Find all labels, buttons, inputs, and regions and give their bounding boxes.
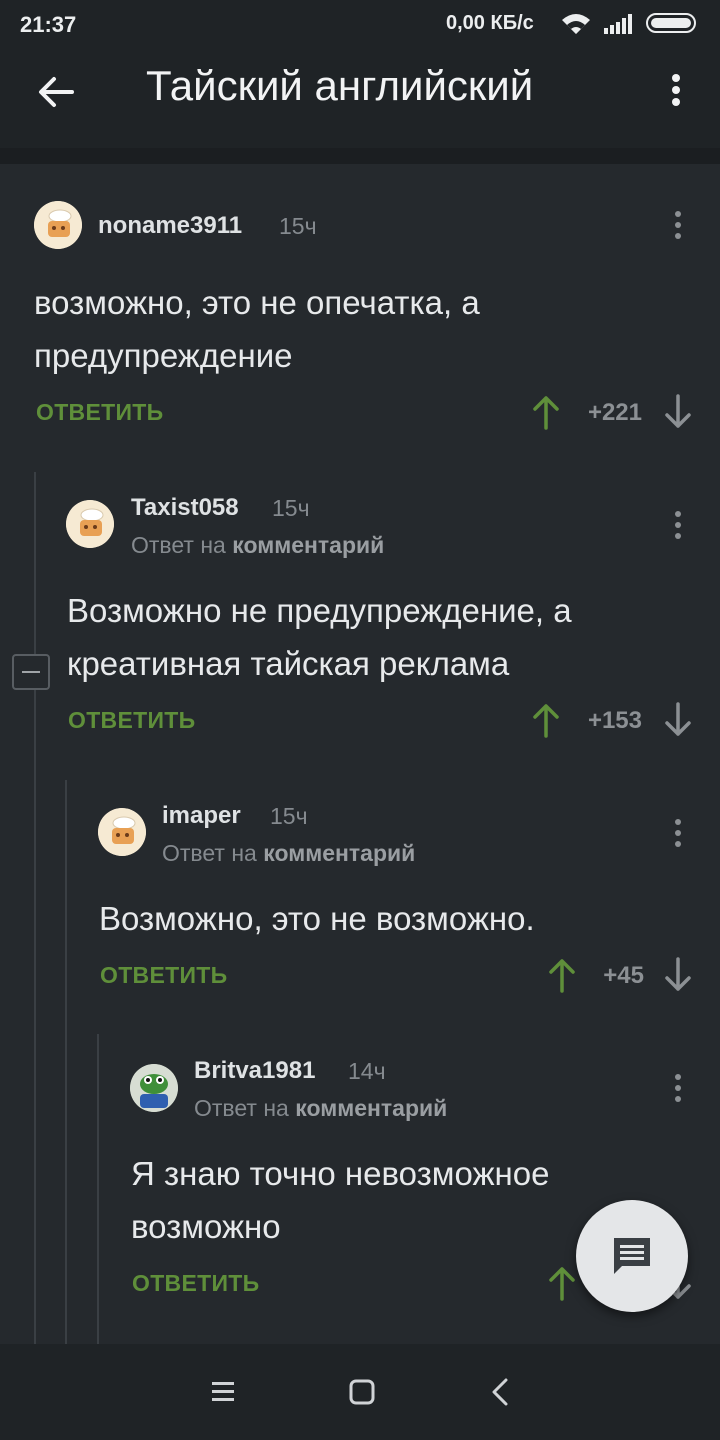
status-time: 21:37 <box>20 12 77 37</box>
comment-text: Возможно, это не возможно. <box>99 892 535 945</box>
thread-line <box>97 1034 99 1344</box>
comment-text-line: Я знаю точно невозможное <box>131 1155 550 1192</box>
signal-icon <box>604 14 634 39</box>
comment-text-line: возможно <box>131 1208 281 1245</box>
comment-username[interactable]: Britva1981 <box>194 1057 315 1085</box>
square-home-icon[interactable] <box>348 1378 376 1411</box>
status-bar: 21:37 0,00 КБ/с <box>0 0 720 48</box>
back-arrow-icon[interactable] <box>32 68 80 116</box>
reply-to-label[interactable]: Ответ на комментарий <box>194 1095 447 1122</box>
comment-more-icon[interactable] <box>668 815 688 851</box>
comment-text: возможно, это не опечатка, а предупрежде… <box>34 276 480 382</box>
write-comment-button[interactable] <box>576 1200 688 1312</box>
app-bar: Тайский английский <box>0 48 720 148</box>
comment-time: 15ч <box>279 213 317 239</box>
avatar[interactable] <box>34 201 82 249</box>
arrow-up-icon[interactable] <box>547 957 577 993</box>
network-speed: 0,00 КБ/с <box>446 12 534 34</box>
arrow-up-icon[interactable] <box>531 394 561 430</box>
comment-text-line: возможно, это не опечатка, а <box>34 284 480 321</box>
comment-text: Возможно не предупреждение, а креативная… <box>67 584 572 690</box>
comment-username[interactable]: imaper <box>162 802 241 830</box>
reply-button[interactable]: ОТВЕТИТЬ <box>68 707 195 734</box>
comment-more-icon[interactable] <box>668 507 688 543</box>
arrow-down-icon[interactable] <box>663 394 693 430</box>
menu-icon[interactable] <box>208 1378 240 1411</box>
reply-to-label[interactable]: Ответ на комментарий <box>131 532 384 559</box>
reply-button[interactable]: ОТВЕТИТЬ <box>100 962 227 989</box>
arrow-up-icon[interactable] <box>531 702 561 738</box>
reply-button[interactable]: ОТВЕТИТЬ <box>132 1270 259 1297</box>
avatar[interactable] <box>130 1064 178 1112</box>
more-vertical-icon[interactable] <box>660 66 692 114</box>
arrow-up-icon[interactable] <box>547 1265 577 1301</box>
wifi-icon <box>560 12 592 41</box>
comment-time: 15ч <box>270 803 308 829</box>
chevron-left-icon[interactable] <box>488 1376 512 1413</box>
comment-username[interactable]: Taxist058 <box>131 494 239 522</box>
avatar[interactable] <box>66 500 114 548</box>
thread-line <box>34 472 36 1344</box>
avatar[interactable] <box>98 808 146 856</box>
comment-rating: +221 <box>587 399 642 426</box>
appbar-divider <box>0 148 720 164</box>
comment-rating: +45 <box>603 962 644 989</box>
reply-button[interactable]: ОТВЕТИТЬ <box>36 399 163 426</box>
comment-more-icon[interactable] <box>668 1070 688 1106</box>
arrow-down-icon[interactable] <box>663 702 693 738</box>
thread-line <box>65 780 67 1344</box>
collapse-thread-button[interactable] <box>12 654 50 690</box>
comment-text: Я знаю точно невозможное возможно <box>131 1147 549 1253</box>
chat-bubble-icon <box>614 1238 650 1274</box>
comment-rating: +153 <box>587 707 642 734</box>
page-title: Тайский английский <box>146 62 534 109</box>
comment-text-line: Возможно, это не возможно. <box>99 900 535 937</box>
comment-text-line: Возможно не предупреждение, а <box>67 592 572 629</box>
comment-username[interactable]: noname3911 <box>98 212 242 240</box>
system-nav-bar <box>0 1344 720 1440</box>
reply-to-label[interactable]: Ответ на комментарий <box>162 840 415 867</box>
arrow-down-icon[interactable] <box>663 957 693 993</box>
comment-text-line: креативная тайская реклама <box>67 645 510 682</box>
comment-time: 14ч <box>348 1058 386 1084</box>
comment-time: 15ч <box>272 495 310 521</box>
battery-icon <box>646 13 696 33</box>
comment-text-line: предупреждение <box>34 337 293 374</box>
comment-more-icon[interactable] <box>668 207 688 243</box>
